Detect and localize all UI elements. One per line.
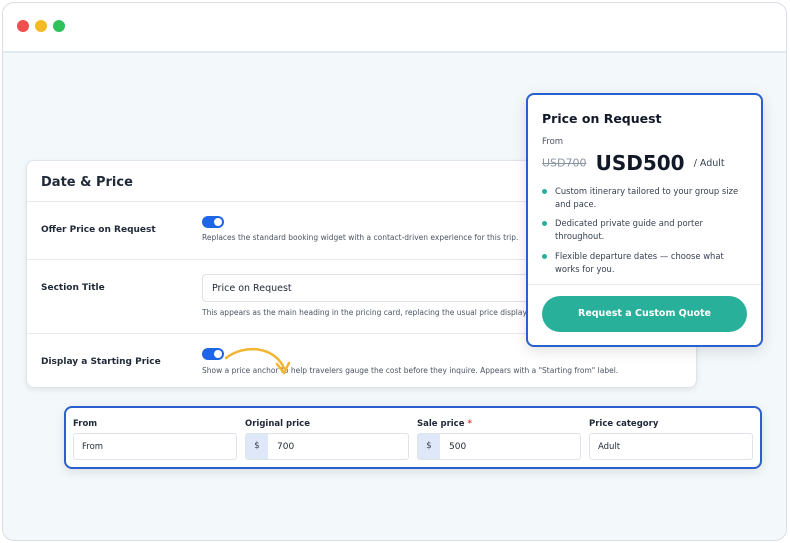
curved-arrow-icon — [224, 347, 291, 375]
sale-price-input[interactable]: $ 500 — [417, 433, 581, 460]
request-custom-quote-button[interactable]: Request a Custom Quote — [542, 296, 747, 332]
window-titlebar — [3, 3, 786, 53]
feature-text: Custom itinerary tailored to your group … — [555, 186, 739, 209]
pricing-fields: From From Original price $ 700 Sale pric… — [64, 406, 762, 469]
section-title-input[interactable]: Price on Request — [202, 274, 532, 302]
feature-item: Custom itinerary tailored to your group … — [542, 185, 747, 211]
section-title-help: This appears as the main heading in the … — [202, 308, 529, 317]
display-starting-price-label: Display a Starting Price — [41, 357, 161, 367]
required-marker: * — [467, 419, 472, 429]
bullet-icon — [542, 189, 547, 194]
from-field[interactable]: From — [73, 433, 237, 460]
card-from-label: From — [542, 137, 564, 147]
section-title-label: Section Title — [41, 283, 105, 293]
original-price-input[interactable]: $ 700 — [245, 433, 409, 460]
feature-text: Flexible departure dates — choose what w… — [555, 251, 724, 274]
sale-price-value: 500 — [449, 442, 467, 452]
price-category-label: Price category — [589, 419, 659, 429]
price-line: USD700 USD500 / Adult — [542, 151, 725, 175]
currency-prefix: $ — [246, 434, 268, 459]
price-category-field[interactable]: Adult — [589, 433, 753, 460]
minimize-window-icon[interactable] — [35, 20, 47, 32]
feature-item: Flexible departure dates — choose what w… — [542, 250, 747, 276]
bullet-icon — [542, 254, 547, 259]
offer-price-on-request-help: Replaces the standard booking widget wit… — [202, 233, 519, 242]
price-unit: / Adult — [693, 157, 725, 169]
original-price-value: 700 — [277, 442, 295, 452]
maximize-window-icon[interactable] — [53, 20, 65, 32]
close-window-icon[interactable] — [17, 20, 29, 32]
original-price: USD700 — [542, 156, 587, 170]
offer-price-on-request-label: Offer Price on Request — [41, 225, 156, 235]
sale-price-label: Sale price * — [417, 419, 472, 429]
bullet-icon — [542, 221, 547, 226]
price-on-request-card: Price on Request From USD700 USD500 / Ad… — [526, 93, 763, 347]
panel-title: Date & Price — [41, 175, 133, 190]
from-field-label: From — [73, 419, 98, 429]
card-title: Price on Request — [542, 111, 662, 126]
feature-item: Dedicated private guide and porter throu… — [542, 217, 747, 243]
currency-prefix: $ — [418, 434, 440, 459]
offer-price-on-request-toggle[interactable] — [202, 216, 224, 228]
feature-text: Dedicated private guide and porter throu… — [555, 218, 703, 241]
original-price-label: Original price — [245, 419, 310, 429]
sale-price: USD500 — [595, 151, 685, 175]
divider — [528, 284, 761, 285]
display-starting-price-toggle[interactable] — [202, 348, 224, 360]
